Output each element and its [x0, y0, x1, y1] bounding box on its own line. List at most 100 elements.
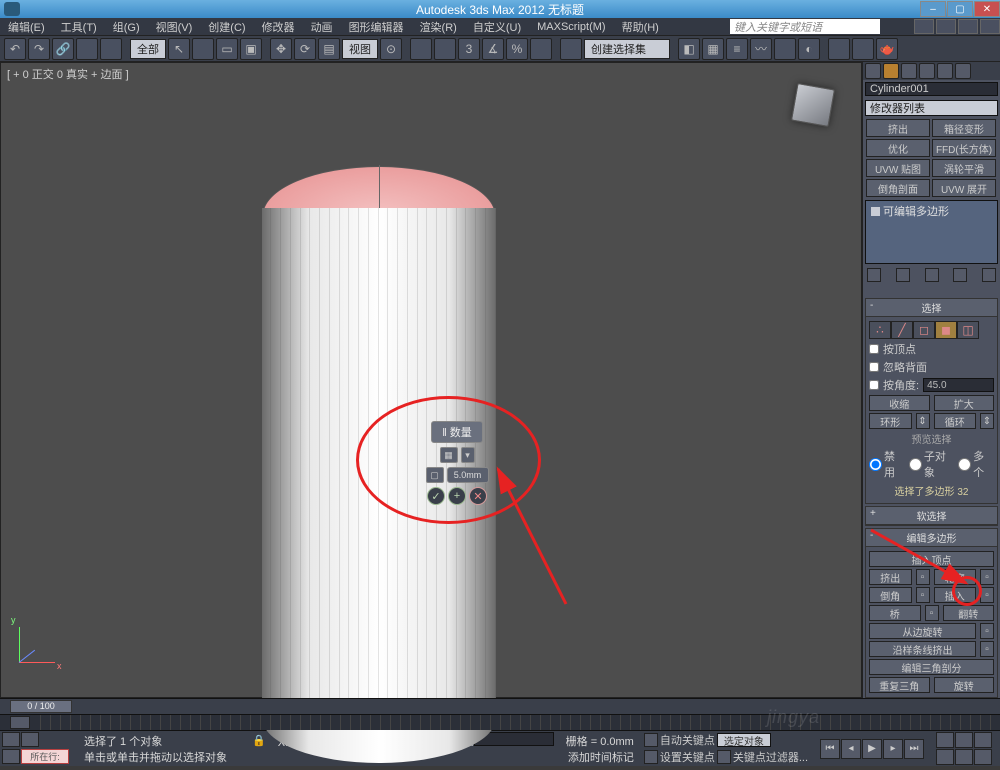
- tab-hierarchy[interactable]: [901, 63, 917, 79]
- insert-vertex-button[interactable]: 插入顶点: [869, 551, 994, 567]
- menu-views[interactable]: 视图(V): [148, 19, 201, 35]
- goto-end-button[interactable]: ⏭: [904, 739, 924, 759]
- mod-lattice[interactable]: 箱径变形: [932, 119, 996, 137]
- tab-create[interactable]: [865, 63, 881, 79]
- ring-spin[interactable]: ⇕: [916, 413, 930, 429]
- autokey-button[interactable]: 自动关键点: [660, 732, 715, 748]
- outline-button[interactable]: 轮廓: [934, 569, 977, 585]
- setkey-button[interactable]: 设置关键点: [660, 749, 715, 765]
- rotate-button[interactable]: ⟳: [294, 38, 316, 60]
- by-vertex-check[interactable]: [869, 344, 879, 354]
- selection-filter[interactable]: 全部: [130, 39, 166, 59]
- time-tag-button[interactable]: 添加时间标记: [568, 749, 634, 765]
- modifier-stack[interactable]: 可编辑多边形: [865, 200, 998, 264]
- menu-tools[interactable]: 工具(T): [53, 19, 105, 35]
- mod-extrude[interactable]: 挤出: [866, 119, 930, 137]
- pivot-button[interactable]: ⊙: [380, 38, 402, 60]
- object-name-field[interactable]: Cylinder001: [865, 82, 998, 96]
- key-icon[interactable]: [644, 750, 658, 764]
- mod-unwrap[interactable]: UVW 展开: [932, 179, 996, 197]
- subobj-element[interactable]: ◫: [957, 321, 979, 339]
- named-selset-combo[interactable]: 创建选择集: [584, 39, 670, 59]
- next-frame-button[interactable]: ▸: [883, 739, 903, 759]
- trackbar-filter-icon[interactable]: [10, 716, 30, 729]
- spinnersnap-button[interactable]: [530, 38, 552, 60]
- setkey-icon[interactable]: [644, 733, 658, 747]
- mod-optimize[interactable]: 优化: [866, 139, 930, 157]
- grow-button[interactable]: 扩大: [934, 395, 995, 411]
- renderframe-button[interactable]: [852, 38, 874, 60]
- unlink-button[interactable]: [76, 38, 98, 60]
- favorites-icon[interactable]: [958, 19, 978, 34]
- viewport-label[interactable]: [ + 0 正交 0 真实 + 边面 ]: [7, 66, 129, 82]
- remove-mod-button[interactable]: [953, 268, 967, 282]
- tab-motion[interactable]: [919, 63, 935, 79]
- preview-multi-radio[interactable]: [958, 458, 971, 471]
- help-icon[interactable]: [980, 19, 1000, 34]
- caddy-type-dropdown[interactable]: ▾: [461, 447, 475, 463]
- refcoords-combo[interactable]: 视图: [342, 39, 378, 59]
- inset-settings-button[interactable]: ▫: [980, 587, 994, 603]
- rollout-soft-header[interactable]: 软选择: [866, 507, 997, 525]
- infocenter-icon[interactable]: [914, 19, 934, 34]
- script-open-icon[interactable]: [2, 749, 20, 764]
- flip-button[interactable]: 翻转: [943, 605, 995, 621]
- keymode-combo[interactable]: 选定对象: [717, 733, 771, 747]
- rollout-editpoly-header[interactable]: 编辑多边形: [866, 529, 997, 547]
- subobj-edge[interactable]: ╱: [891, 321, 913, 339]
- align-button[interactable]: ▦: [702, 38, 724, 60]
- caddy-value-input[interactable]: 5.0mm: [447, 467, 489, 483]
- scale-button[interactable]: ▤: [318, 38, 340, 60]
- script-mini-icon[interactable]: [21, 732, 39, 747]
- caddy-apply-button[interactable]: +: [448, 487, 466, 505]
- prev-frame-button[interactable]: ◂: [841, 739, 861, 759]
- menu-group[interactable]: 组(G): [105, 19, 148, 35]
- mod-turbo[interactable]: 涡轮平滑: [932, 159, 996, 177]
- tab-modify[interactable]: [883, 63, 899, 79]
- orbit-button[interactable]: [974, 749, 992, 765]
- zoom-extents-button[interactable]: [974, 732, 992, 748]
- bind-button[interactable]: [100, 38, 122, 60]
- time-slider[interactable]: 0 / 100: [0, 698, 1000, 714]
- script-listener-icon[interactable]: [2, 732, 20, 747]
- menu-animation[interactable]: 动画: [303, 19, 341, 35]
- modifier-list-combo[interactable]: 修改器列表: [865, 100, 998, 116]
- extrude-spline-settings[interactable]: ▫: [980, 641, 994, 657]
- schematic-button[interactable]: [774, 38, 796, 60]
- mod-bevelprof[interactable]: 倒角剖面: [866, 179, 930, 197]
- link-button[interactable]: 🔗: [52, 38, 74, 60]
- track-bar[interactable]: [0, 714, 1000, 730]
- show-end-button[interactable]: [896, 268, 910, 282]
- caddy-cancel-button[interactable]: ✕: [469, 487, 487, 505]
- percentsnap-button[interactable]: %: [506, 38, 528, 60]
- ring-button[interactable]: 环形: [869, 413, 912, 429]
- bevel-button[interactable]: 倒角: [869, 587, 912, 603]
- menu-help[interactable]: 帮助(H): [614, 19, 667, 35]
- zoom-all-button[interactable]: [955, 732, 973, 748]
- caddy-type-button[interactable]: ▦: [440, 447, 458, 463]
- shrink-button[interactable]: 收缩: [869, 395, 930, 411]
- menu-render[interactable]: 渲染(R): [412, 19, 465, 35]
- pan-button[interactable]: [955, 749, 973, 765]
- subobj-vertex[interactable]: ∴: [869, 321, 891, 339]
- preview-sub-radio[interactable]: [909, 458, 922, 471]
- select-rect-button[interactable]: ▭: [216, 38, 238, 60]
- tab-display[interactable]: [937, 63, 953, 79]
- hinge-button[interactable]: 从边旋转: [869, 623, 976, 639]
- keymode-button[interactable]: [434, 38, 456, 60]
- fov-button[interactable]: [936, 749, 954, 765]
- extrude-button[interactable]: 挤出: [869, 569, 912, 585]
- loop-button[interactable]: 循环: [934, 413, 977, 429]
- pin-stack-button[interactable]: [867, 268, 881, 282]
- ignore-back-check[interactable]: [869, 362, 879, 372]
- bevel-settings-button[interactable]: ▫: [916, 587, 930, 603]
- stack-toggle-icon[interactable]: [871, 207, 880, 216]
- minimize-button[interactable]: –: [920, 1, 946, 17]
- viewport[interactable]: [ + 0 正交 0 真实 + 边面 ] x y ‖ 数量 ▦ ▾: [0, 62, 862, 698]
- rollout-selection-header[interactable]: 选择: [866, 299, 997, 317]
- hinge-settings-button[interactable]: ▫: [980, 623, 994, 639]
- by-angle-check[interactable]: [869, 380, 879, 390]
- bridge-settings-button[interactable]: ▫: [925, 605, 939, 621]
- menu-maxscript[interactable]: MAXScript(M): [529, 21, 613, 33]
- time-slider-handle[interactable]: 0 / 100: [10, 700, 72, 713]
